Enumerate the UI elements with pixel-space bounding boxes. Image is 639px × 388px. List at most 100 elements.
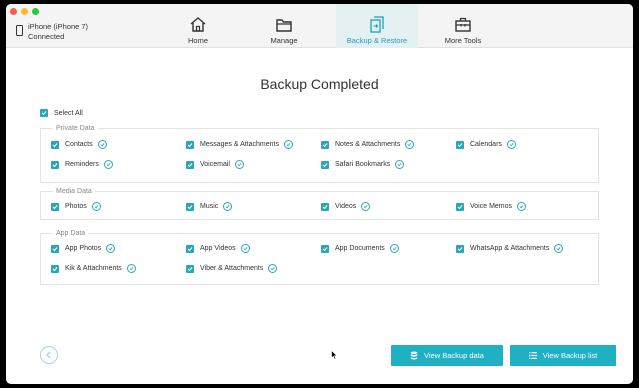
- select-all-checkbox[interactable]: Select All: [40, 109, 83, 117]
- tab-home-label: Home: [187, 36, 208, 45]
- success-check-icon: [361, 202, 371, 211]
- database-icon: [410, 351, 418, 360]
- device-name: iPhone (iPhone 7): [28, 22, 89, 31]
- success-check-icon: [223, 202, 233, 211]
- item-videos[interactable]: Videos: [321, 202, 371, 211]
- item-whatsapp[interactable]: WhatsApp & Attachments: [456, 244, 564, 253]
- item-label: Music: [200, 203, 219, 210]
- group-label: Private Data: [53, 124, 98, 133]
- folder-icon: [276, 19, 292, 32]
- item-safari-bookmarks[interactable]: Safari Bookmarks: [321, 160, 405, 169]
- checkbox[interactable]: [186, 140, 194, 149]
- item-app-photos[interactable]: App Photos: [51, 244, 116, 253]
- item-label: Viber & Attachments: [200, 265, 264, 272]
- success-check-icon: [91, 202, 101, 211]
- title-bar: iPhone (iPhone 7) Connected Home Manage: [6, 4, 633, 48]
- item-label: Notes & Attachments: [335, 141, 401, 148]
- checkbox[interactable]: [186, 244, 194, 253]
- checkbox[interactable]: [321, 202, 329, 211]
- group-label: Media Data: [53, 187, 95, 196]
- close-window-button[interactable]: [10, 8, 17, 15]
- item-app-documents[interactable]: App Documents: [321, 244, 399, 253]
- item-messages[interactable]: Messages & Attachments: [186, 140, 293, 149]
- item-voicemail[interactable]: Voicemail: [186, 160, 244, 169]
- main-nav: Home Manage Backup & Restore More Tools: [164, 4, 508, 48]
- view-backup-list-label: View Backup list: [542, 351, 598, 360]
- list-icon: [528, 352, 537, 359]
- item-label: Kik & Attachments: [65, 265, 122, 272]
- item-label: App Documents: [335, 245, 385, 252]
- item-label: App Photos: [65, 245, 102, 252]
- item-label: Voicemail: [200, 161, 230, 168]
- item-label: Voice Memos: [470, 203, 513, 210]
- item-label: Videos: [335, 203, 357, 210]
- tab-home[interactable]: Home: [164, 4, 232, 48]
- checkbox[interactable]: [51, 140, 59, 149]
- app-window: iPhone (iPhone 7) Connected Home Manage: [6, 4, 633, 384]
- checkbox[interactable]: [51, 244, 59, 253]
- item-music[interactable]: Music: [186, 202, 233, 211]
- minimize-window-button[interactable]: [21, 8, 28, 15]
- back-arrow-icon: [46, 351, 51, 359]
- device-info[interactable]: iPhone (iPhone 7) Connected: [16, 22, 88, 42]
- tab-more-tools-label: More Tools: [444, 36, 482, 45]
- success-check-icon: [395, 160, 405, 169]
- success-check-icon: [283, 140, 293, 149]
- item-notes[interactable]: Notes & Attachments: [321, 140, 415, 149]
- tab-backup-restore-label: Backup & Restore: [346, 36, 408, 45]
- checkbox[interactable]: [456, 202, 464, 211]
- checkbox[interactable]: [186, 264, 194, 273]
- success-check-icon: [106, 244, 116, 253]
- tab-backup-restore[interactable]: Backup & Restore: [336, 4, 418, 48]
- page-title: Backup Completed: [260, 76, 379, 92]
- success-check-icon: [554, 244, 564, 253]
- tab-manage[interactable]: Manage: [232, 4, 336, 48]
- view-backup-data-label: View Backup data: [424, 351, 484, 360]
- item-kik[interactable]: Kik & Attachments: [51, 264, 136, 273]
- item-photos[interactable]: Photos: [51, 202, 101, 211]
- item-label: Contacts: [65, 141, 93, 148]
- checkbox[interactable]: [40, 109, 48, 117]
- view-backup-data-button[interactable]: View Backup data: [391, 345, 503, 366]
- checkbox[interactable]: [456, 244, 464, 253]
- item-label: Reminders: [65, 161, 99, 168]
- backup-restore-icon: [370, 16, 384, 33]
- checkbox[interactable]: [51, 202, 59, 211]
- back-button[interactable]: [40, 346, 58, 364]
- checkbox[interactable]: [186, 202, 194, 211]
- checkbox[interactable]: [321, 244, 329, 253]
- checkbox[interactable]: [456, 140, 464, 149]
- checkbox[interactable]: [51, 264, 59, 273]
- success-check-icon: [506, 140, 516, 149]
- item-calendars[interactable]: Calendars: [456, 140, 516, 149]
- window-controls: [10, 8, 39, 15]
- success-check-icon: [97, 140, 107, 149]
- view-backup-list-button[interactable]: View Backup list: [510, 345, 616, 366]
- toolbox-icon: [455, 17, 471, 32]
- tab-more-tools[interactable]: More Tools: [418, 4, 508, 48]
- phone-icon: [16, 25, 23, 36]
- item-voice-memos[interactable]: Voice Memos: [456, 202, 527, 211]
- item-label: App Videos: [200, 245, 236, 252]
- success-check-icon: [240, 244, 250, 253]
- tab-manage-label: Manage: [270, 36, 298, 45]
- group-private-data: Private Data Contacts Messages & Attachm…: [40, 124, 599, 183]
- item-contacts[interactable]: Contacts: [51, 140, 107, 149]
- success-check-icon: [389, 244, 399, 253]
- item-viber[interactable]: Viber & Attachments: [186, 264, 278, 273]
- group-label: App Data: [53, 229, 89, 238]
- success-check-icon: [517, 202, 527, 211]
- mouse-cursor-icon: [331, 350, 338, 360]
- group-media-data: Media Data Photos Music Videos Voice Mem…: [40, 187, 599, 220]
- item-label: Photos: [65, 203, 87, 210]
- item-reminders[interactable]: Reminders: [51, 160, 113, 169]
- checkbox[interactable]: [321, 140, 329, 149]
- home-icon: [190, 17, 206, 32]
- item-label: Safari Bookmarks: [335, 161, 391, 168]
- checkbox[interactable]: [186, 160, 194, 169]
- success-check-icon: [268, 264, 278, 273]
- checkbox[interactable]: [51, 160, 59, 169]
- maximize-window-button[interactable]: [32, 8, 39, 15]
- checkbox[interactable]: [321, 160, 329, 169]
- item-app-videos[interactable]: App Videos: [186, 244, 250, 253]
